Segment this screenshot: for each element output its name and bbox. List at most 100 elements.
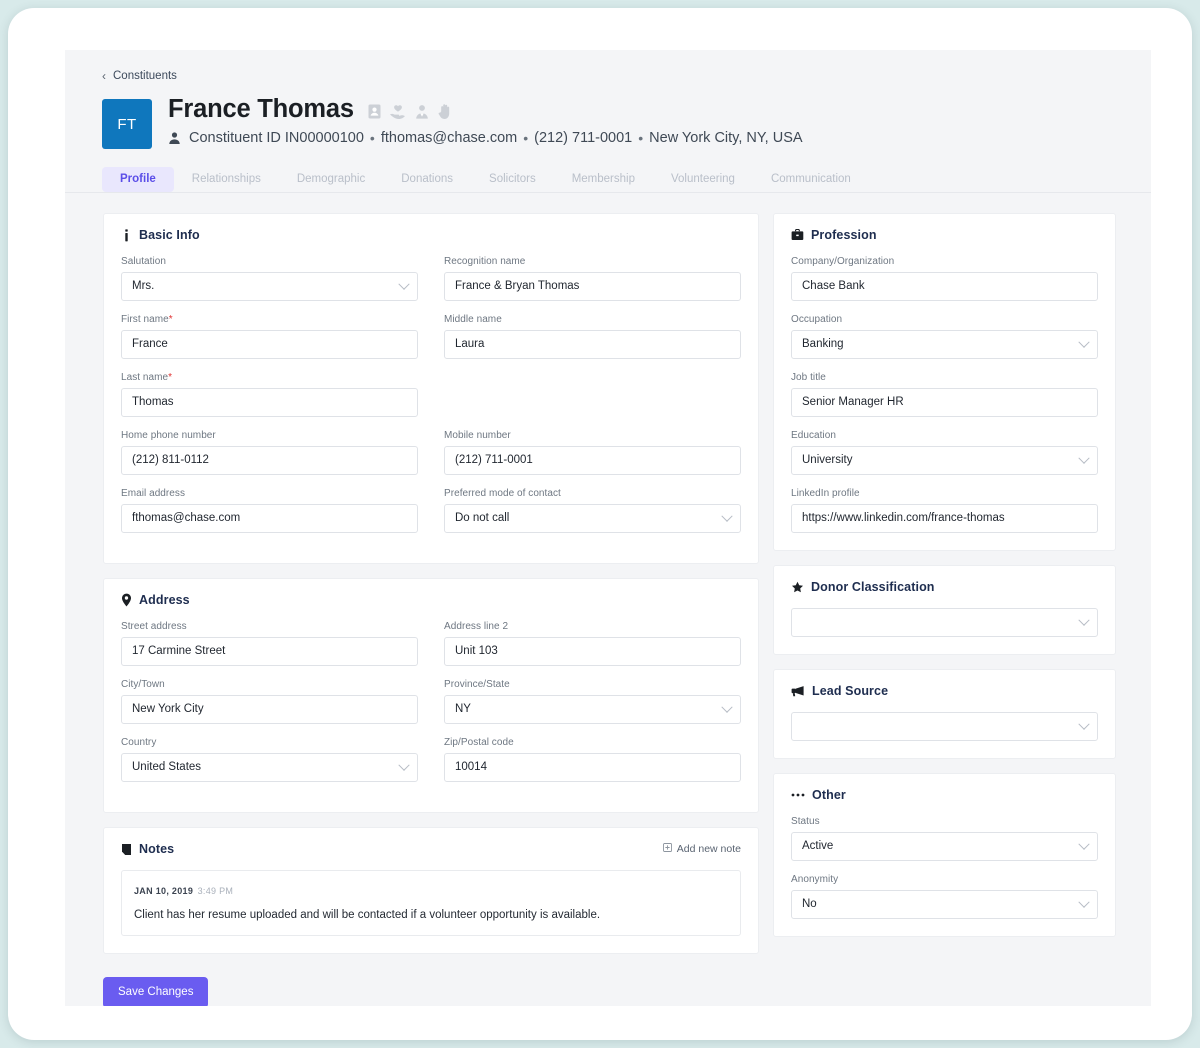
recognition-name-input[interactable]: France & Bryan Thomas xyxy=(444,272,741,301)
briefcase-icon xyxy=(791,229,804,241)
name-row: France Thomas xyxy=(168,95,803,124)
country-value: United States xyxy=(132,760,202,773)
last-name-input[interactable]: Thomas xyxy=(121,388,418,417)
field-donor-classification xyxy=(791,608,1098,637)
card-title: Notes xyxy=(139,842,175,856)
city-value: New York City xyxy=(132,702,204,715)
field-linkedin: LinkedIn profile https://www.linkedin.co… xyxy=(791,488,1098,533)
meta-separator: • xyxy=(369,130,375,147)
lead-source-fields xyxy=(791,712,1098,741)
breadcrumb-label[interactable]: Constituents xyxy=(113,70,177,82)
preferred-contact-value: Do not call xyxy=(455,511,510,524)
card-title: Basic Info xyxy=(139,228,200,242)
other-fields: Status Active Anonymity No xyxy=(791,816,1098,919)
anonymity-select[interactable]: No xyxy=(791,890,1098,919)
label-zip-code: Zip/Postal code xyxy=(444,737,514,748)
education-select[interactable]: University xyxy=(791,446,1098,475)
main-content: Basic Info Salutation Mrs. Recognition n… xyxy=(65,193,1151,968)
last-name-value: Thomas xyxy=(132,395,174,408)
card-title: Other xyxy=(812,788,846,802)
label-home-phone: Home phone number xyxy=(121,430,216,441)
field-province-state: Province/State NY xyxy=(444,679,741,724)
card-lead-source: Lead Source xyxy=(773,669,1116,759)
field-address-line-2: Address line 2 Unit 103 xyxy=(444,621,741,666)
email-address-input[interactable]: fthomas@chase.com xyxy=(121,504,418,533)
address-line-2-input[interactable]: Unit 103 xyxy=(444,637,741,666)
tab-donations[interactable]: Donations xyxy=(383,167,471,192)
label-mobile-number: Mobile number xyxy=(444,430,511,441)
street-address-input[interactable]: 17 Carmine Street xyxy=(121,637,418,666)
raised-hand-icon xyxy=(437,103,453,120)
id-badge-icon xyxy=(367,103,382,120)
chevron-down-icon xyxy=(1078,452,1090,464)
label-education: Education xyxy=(791,430,836,441)
linkedin-input[interactable]: https://www.linkedin.com/france-thomas xyxy=(791,504,1098,533)
label-country: Country xyxy=(121,737,157,748)
chevron-down-icon xyxy=(1078,614,1090,626)
label-middle-name: Middle name xyxy=(444,314,502,325)
mobile-number-input[interactable]: (212) 711-0001 xyxy=(444,446,741,475)
megaphone-icon xyxy=(791,685,805,697)
tab-relationships[interactable]: Relationships xyxy=(174,167,279,192)
middle-name-input[interactable]: Laura xyxy=(444,330,741,359)
tab-communication[interactable]: Communication xyxy=(753,167,869,192)
required-marker: * xyxy=(168,372,173,383)
field-last-name: Last name* Thomas xyxy=(121,372,418,417)
note-date: JAN 10, 2019 xyxy=(134,886,194,896)
header-meta: Constituent ID IN00000100 • fthomas@chas… xyxy=(168,130,803,146)
screen: ‹ Constituents FT France Thomas Constitu… xyxy=(0,0,1200,1048)
first-name-input[interactable]: France xyxy=(121,330,418,359)
app-content: ‹ Constituents FT France Thomas Constitu… xyxy=(65,50,1151,1006)
meta-email: fthomas@chase.com xyxy=(380,130,518,147)
field-email-address: Email address fthomas@chase.com xyxy=(121,488,418,533)
label-address-line-2: Address line 2 xyxy=(444,621,509,632)
tab-membership[interactable]: Membership xyxy=(554,167,653,192)
field-education: Education University xyxy=(791,430,1098,475)
occupation-select[interactable]: Banking xyxy=(791,330,1098,359)
plus-square-icon xyxy=(662,843,672,855)
save-changes-button[interactable]: Save Changes xyxy=(103,977,209,1006)
card-header: Notes Add new note xyxy=(121,842,741,856)
preferred-contact-select[interactable]: Do not call xyxy=(444,504,741,533)
label-job-title: Job title xyxy=(791,372,826,383)
home-phone-input[interactable]: (212) 811-0112 xyxy=(121,446,418,475)
label-street-address: Street address xyxy=(121,621,187,632)
label-linkedin: LinkedIn profile xyxy=(791,488,860,499)
company-value: Chase Bank xyxy=(802,279,865,292)
chevron-down-icon xyxy=(1078,896,1090,908)
zip-code-input[interactable]: 10014 xyxy=(444,753,741,782)
persona-icon-group xyxy=(367,103,453,120)
right-column: Profession Company/Organization Chase Ba… xyxy=(773,213,1116,968)
label-recognition-name: Recognition name xyxy=(444,256,526,267)
page-header: FT France Thomas Constituent ID IN000001… xyxy=(65,82,1151,149)
info-icon xyxy=(121,228,132,242)
tab-profile[interactable]: Profile xyxy=(102,167,174,192)
middle-name-value: Laura xyxy=(455,337,485,350)
street-address-value: 17 Carmine Street xyxy=(132,644,226,657)
salutation-select[interactable]: Mrs. xyxy=(121,272,418,301)
tab-bar: Profile Relationships Demographic Donati… xyxy=(65,149,1151,193)
job-title-input[interactable]: Senior Manager HR xyxy=(791,388,1098,417)
country-select[interactable]: United States xyxy=(121,753,418,782)
add-new-note-button[interactable]: Add new note xyxy=(662,843,741,855)
province-state-select[interactable]: NY xyxy=(444,695,741,724)
solicitor-person-icon xyxy=(414,103,430,120)
company-input[interactable]: Chase Bank xyxy=(791,272,1098,301)
city-input[interactable]: New York City xyxy=(121,695,418,724)
anonymity-value: No xyxy=(802,897,817,910)
required-marker: * xyxy=(168,314,173,325)
status-select[interactable]: Active xyxy=(791,832,1098,861)
tab-solicitors[interactable]: Solicitors xyxy=(471,167,554,192)
lead-source-select[interactable] xyxy=(791,712,1098,741)
province-state-value: NY xyxy=(455,702,471,715)
meta-phone: (212) 711-0001 xyxy=(534,130,633,147)
field-company: Company/Organization Chase Bank xyxy=(791,256,1098,301)
card-profession: Profession Company/Organization Chase Ba… xyxy=(773,213,1116,551)
tab-volunteering[interactable]: Volunteering xyxy=(653,167,753,192)
donor-classification-select[interactable] xyxy=(791,608,1098,637)
breadcrumb[interactable]: ‹ Constituents xyxy=(65,50,1151,82)
card-header: Address xyxy=(121,593,741,607)
mobile-number-value: (212) 711-0001 xyxy=(455,453,533,466)
field-salutation: Salutation Mrs. xyxy=(121,256,418,301)
tab-demographic[interactable]: Demographic xyxy=(279,167,383,192)
